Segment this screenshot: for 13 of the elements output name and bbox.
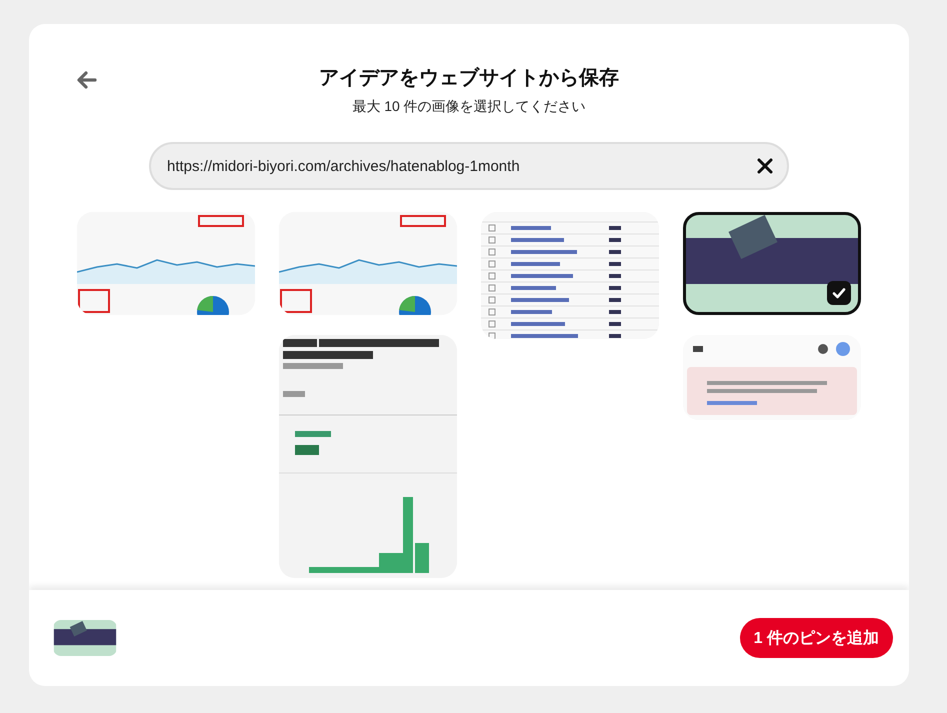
image-tile[interactable]	[683, 335, 861, 420]
image-tile[interactable]	[279, 212, 457, 315]
back-arrow-icon[interactable]	[75, 70, 97, 90]
image-tile[interactable]	[77, 212, 255, 315]
dialog-subtitle: 最大 10 件の画像を選択してください	[351, 98, 587, 116]
url-field[interactable]: https://midori-biyori.com/archives/hatenablog-1month	[149, 142, 789, 190]
add-pin-button[interactable]: 1 件のピンを追加	[740, 618, 893, 658]
title-band	[54, 629, 116, 646]
image-tile[interactable]	[683, 212, 861, 315]
dialog-title: アイデアをウェブサイトから保存	[319, 66, 619, 91]
laptop-drawing	[70, 621, 87, 636]
checkmark-icon	[827, 281, 851, 305]
close-icon[interactable]	[755, 156, 775, 176]
